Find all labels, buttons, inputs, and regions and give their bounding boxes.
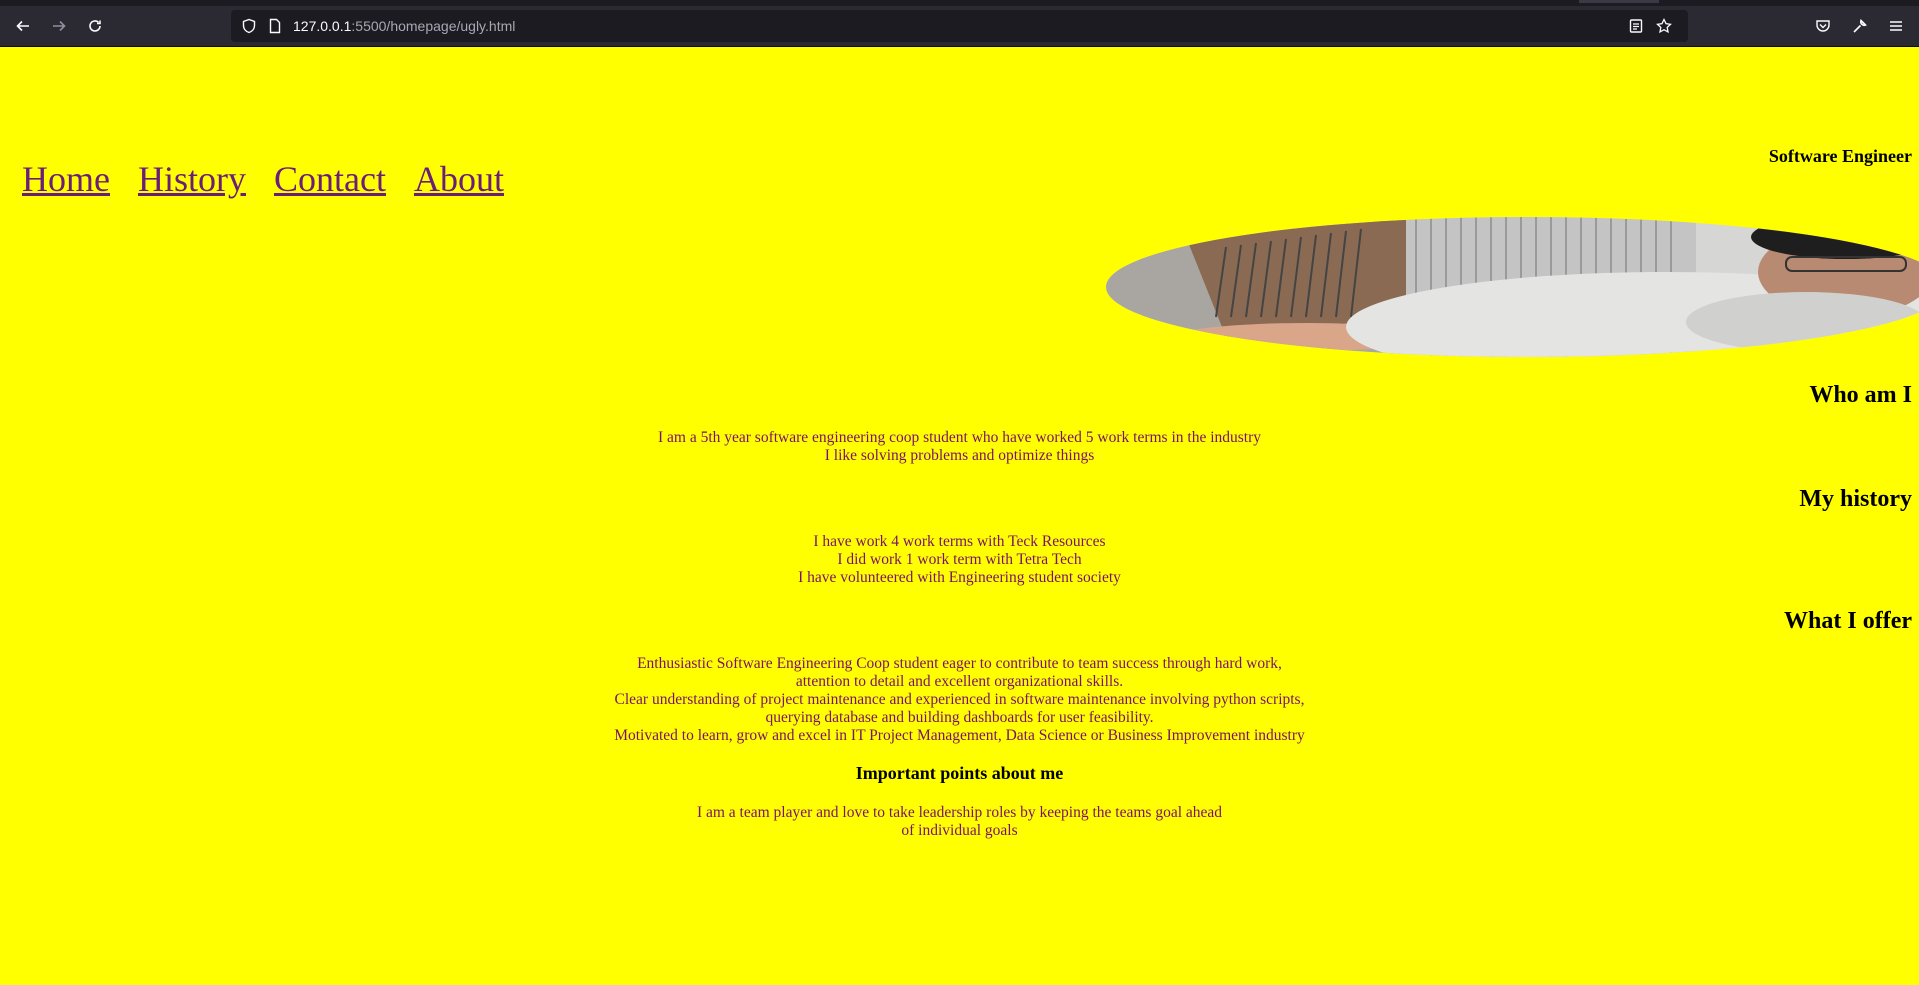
my-history-heading: My history [1799,486,1912,512]
nav-link-contact[interactable]: Contact [274,159,386,199]
text-line: I am a team player and love to take lead… [696,804,1223,821]
browser-toolbar: 127.0.0.1:5500/homepage/ugly.html [0,6,1919,47]
text-line: I am a 5th year software engineering coo… [657,429,1262,446]
important-points-heading: Important points about me [855,763,1064,783]
important-points-text: I am a team player and love to take lead… [0,804,1919,840]
nav-link-about[interactable]: About [414,159,504,199]
reader-view-icon[interactable] [1628,18,1644,34]
page-icon[interactable] [267,18,283,34]
text-line: querying database and building dashboard… [765,709,1154,726]
text-line: of individual goals [901,822,1018,839]
text-line: attention to detail and excellent organi… [795,673,1124,690]
text-line: I have volunteered with Engineering stud… [798,569,1121,586]
main-nav: Home History Contact About [22,158,528,200]
reload-icon[interactable] [81,12,109,40]
pocket-icon[interactable] [1809,12,1837,40]
who-am-i-text: I am a 5th year software engineering coo… [0,429,1919,465]
url-path: :5500/homepage/ugly.html [351,18,516,34]
text-line: I have work 4 work terms with Teck Resou… [813,533,1106,550]
wrench-icon[interactable] [1846,12,1874,40]
who-am-i-heading: Who am I [1809,382,1912,408]
hamburger-menu-icon[interactable] [1882,12,1910,40]
text-line: I did work 1 work term with Tetra Tech [837,551,1082,568]
url-text[interactable]: 127.0.0.1:5500/homepage/ugly.html [293,18,515,34]
role-title: Software Engineer [1768,146,1912,166]
arrow-left-icon[interactable] [9,12,37,40]
text-line: Motivated to learn, grow and excel in IT… [614,727,1305,744]
text-line: I like solving problems and optimize thi… [824,447,1095,464]
offer-text: Enthusiastic Software Engineering Coop s… [0,655,1919,745]
profile-photo [1106,217,1919,357]
text-line: Enthusiastic Software Engineering Coop s… [637,655,1282,672]
tab-indicator [1579,0,1659,3]
text-line: Clear understanding of project maintenan… [614,691,1305,708]
what-i-offer-heading: What I offer [1784,608,1912,634]
url-bar[interactable]: 127.0.0.1:5500/homepage/ugly.html [231,10,1688,42]
nav-link-home[interactable]: Home [22,159,110,199]
history-text: I have work 4 work terms with Teck Resou… [0,533,1919,587]
arrow-right-icon[interactable] [45,12,73,40]
star-icon[interactable] [1656,18,1672,34]
nav-link-history[interactable]: History [138,159,246,199]
url-host: 127.0.0.1 [293,18,352,34]
shield-icon[interactable] [241,18,257,34]
